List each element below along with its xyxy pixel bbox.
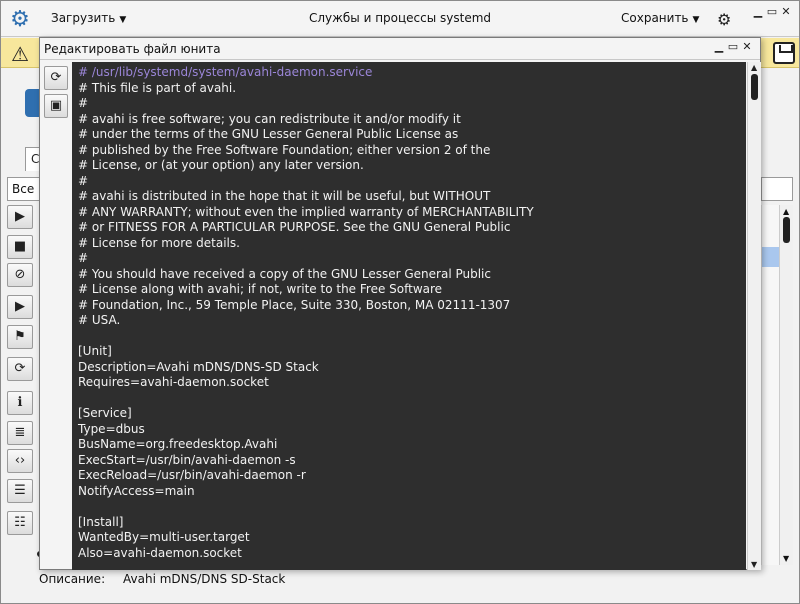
table-scrollbar[interactable]: ▲ ▼ [779, 205, 793, 565]
edit-unit-dialog: Редактировать файл юнита ▁ ▭ ✕ ⟳ ▣ # /usr/l… [39, 37, 761, 570]
code-line: [Install] [78, 514, 124, 529]
disable-service-button[interactable]: ⊘ [7, 263, 33, 287]
code-line: # You should have received a copy of the… [78, 266, 491, 281]
scroll-up-icon[interactable]: ▲ [783, 207, 789, 216]
stop-service-button[interactable]: ■ [7, 235, 33, 259]
start-service-button[interactable]: ▶ [7, 205, 33, 229]
close-button[interactable]: ✕ [779, 5, 793, 18]
code-line: # License for more details. [78, 235, 240, 250]
warning-icon: ⚠ [11, 42, 29, 66]
scroll-down-icon[interactable]: ▼ [751, 560, 757, 569]
view-file-button[interactable]: ≣ [7, 421, 33, 445]
search-input[interactable] [761, 177, 793, 201]
description-label: Описание: [39, 572, 106, 586]
window-controls: ▁ ▭ ✕ [751, 5, 797, 19]
play-icon: ▶ [15, 299, 25, 314]
flag-icon: ⚑ [14, 329, 26, 344]
log-button[interactable]: ☰ [7, 479, 33, 503]
services-table [761, 205, 780, 565]
code-line: Description=Avahi mDNS/DNS-SD Stack [78, 359, 319, 374]
code-line: # [78, 96, 89, 110]
list-icon: ☷ [14, 515, 26, 530]
code-line: [Service] [78, 406, 132, 420]
code-line: ExecReload=/usr/bin/avahi-daemon -r [78, 468, 306, 482]
table-row[interactable] [762, 205, 780, 225]
filter-select[interactable]: Все [7, 177, 41, 201]
run-button[interactable]: ▶ [7, 295, 33, 319]
info-button[interactable]: ℹ [7, 391, 33, 415]
maximize-button[interactable]: ▭ [765, 5, 779, 18]
code-line: # USA. [78, 313, 121, 327]
edit-source-button[interactable]: ‹› [7, 449, 33, 473]
code-line: Type=dbus [78, 421, 145, 436]
code-line: [Unit] [78, 344, 112, 358]
editor-scrollbar[interactable]: ▲ ▼ [747, 62, 761, 570]
play-circle-icon: ▶ [15, 209, 25, 224]
code-line: # Foundation, Inc., 59 Temple Place, Sui… [78, 297, 511, 312]
restart-service-button[interactable]: ⟳ [7, 357, 33, 381]
code-line: # under the terms of the GNU Lesser Gene… [78, 127, 459, 141]
scroll-down-icon[interactable]: ▼ [783, 554, 789, 563]
refresh-icon: ⟳ [50, 70, 62, 85]
save-menu[interactable]: Сохранить ▼ [621, 11, 699, 25]
main-titlebar: ⚙ Загрузить ▼ Службы и процессы systemd С… [1, 1, 799, 37]
code-line: # avahi is distributed in the hope that … [78, 189, 491, 203]
reload-button[interactable]: ⟳ [44, 66, 68, 90]
description-value: Avahi mDNS/DNS SD-Stack [123, 572, 286, 586]
code-line: # [78, 173, 89, 188]
scroll-thumb[interactable] [783, 217, 790, 243]
code-line: # This file is part of avahi. [78, 80, 237, 95]
code-line: # published by the Free Software Foundat… [78, 142, 491, 157]
code-line: # avahi is free software; you can redist… [78, 111, 461, 126]
document-icon: ≣ [14, 425, 26, 440]
chevron-down-icon: ▼ [692, 15, 700, 25]
code-line: # License along with avahi; if not, writ… [78, 282, 443, 296]
code-line: Requires=avahi-daemon.socket [78, 375, 269, 389]
dialog-window-controls: ▁ ▭ ✕ [712, 40, 758, 53]
code-line: # [78, 251, 89, 265]
code-line: BusName=org.freedesktop.Avahi [78, 437, 278, 451]
code-editor[interactable]: # /usr/lib/systemd/system/avahi-daemon.s… [72, 62, 746, 570]
code-line: Also=avahi-daemon.socket [78, 545, 242, 560]
info-icon: ℹ [17, 395, 23, 410]
scroll-up-icon[interactable]: ▲ [751, 63, 757, 72]
code-line: # ANY WARRANTY; without even the implied… [78, 204, 534, 219]
table-row[interactable] [762, 247, 780, 267]
stop-circle-icon: ■ [13, 239, 27, 254]
code-line: # License, or (at your option) any later… [78, 158, 364, 172]
dialog-maximize-button[interactable]: ▭ [726, 40, 740, 53]
forbidden-icon: ⊘ [14, 267, 26, 282]
code-line: NotifyAccess=main [78, 483, 195, 498]
dialog-minimize-button[interactable]: ▁ [712, 40, 726, 53]
save-icon[interactable] [773, 42, 795, 64]
minimize-button[interactable]: ▁ [751, 5, 765, 18]
dialog-toolbar: ⟳ ▣ [40, 61, 70, 569]
code-line: # /usr/lib/systemd/system/avahi-daemon.s… [78, 65, 373, 79]
terminal-icon: ☰ [14, 483, 26, 498]
code-text: # /usr/lib/systemd/system/avahi-daemon.s… [78, 65, 534, 561]
code-line: ExecStart=/usr/bin/avahi-daemon -s [78, 452, 296, 467]
scroll-thumb[interactable] [751, 74, 758, 100]
dialog-close-button[interactable]: ✕ [740, 40, 754, 53]
dialog-titlebar: Редактировать файл юнита ▁ ▭ ✕ [40, 38, 760, 60]
save-file-button[interactable]: ▣ [44, 94, 68, 118]
flags-button[interactable]: ⚑ [7, 325, 33, 349]
code-line: WantedBy=multi-user.target [78, 530, 250, 544]
dialog-title: Редактировать файл юнита [44, 42, 221, 56]
save-icon: ▣ [49, 98, 63, 113]
code-line: # or FITNESS FOR A PARTICULAR PURPOSE. S… [78, 220, 511, 234]
gear-icon[interactable]: ⚙ [717, 10, 731, 29]
save-menu-label: Сохранить [621, 11, 689, 25]
code-file-icon: ‹› [14, 453, 26, 468]
list-button[interactable]: ☷ [7, 511, 33, 535]
table-row[interactable] [762, 227, 780, 247]
refresh-icon: ⟳ [14, 361, 26, 376]
